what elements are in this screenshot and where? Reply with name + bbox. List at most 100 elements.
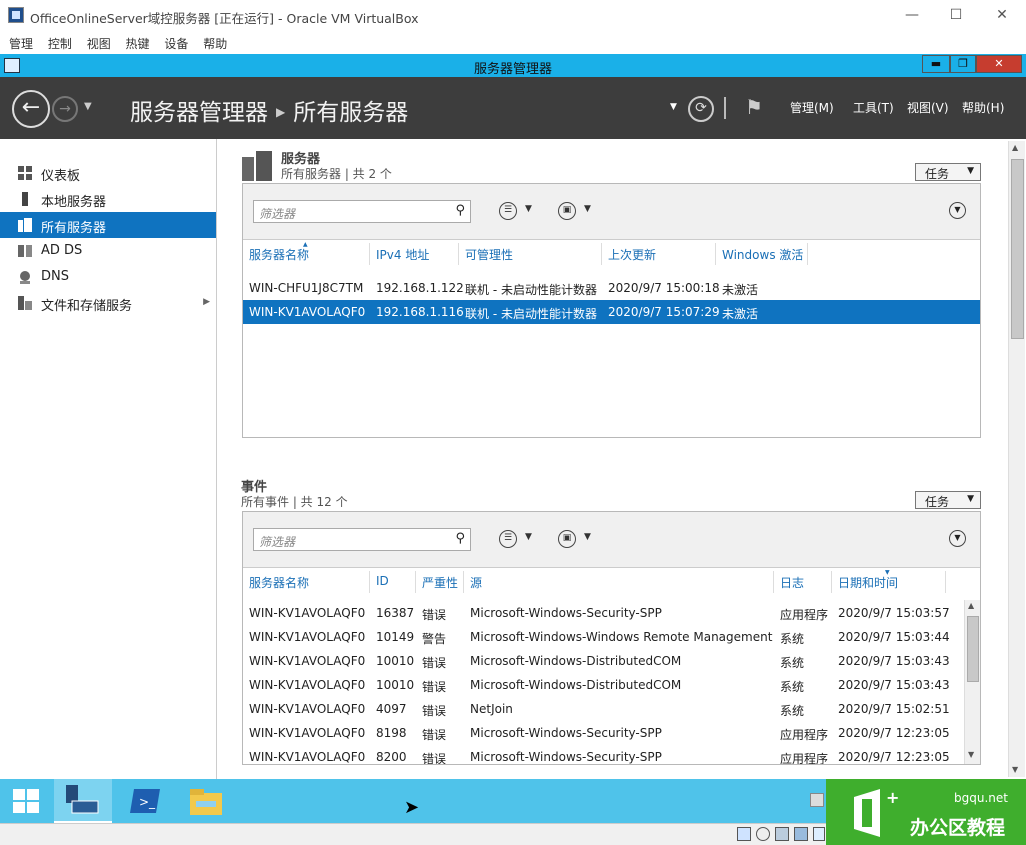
events-filter-input[interactable]: 筛选器 ⚲ [253, 528, 471, 551]
table-row[interactable]: WIN-KV1AVOLAQF0 10010 错误 Microsoft-Windows-… [243, 673, 963, 697]
notification-flag-icon[interactable]: ⚑ [745, 95, 763, 119]
sidebar-item-ad-ds[interactable]: AD DS [0, 238, 216, 264]
search-icon[interactable]: ⚲ [455, 531, 465, 546]
taskbar-file-explorer[interactable] [180, 779, 236, 823]
vbox-menu-help[interactable]: 帮助 [194, 32, 227, 52]
optical-drive-icon[interactable] [756, 827, 770, 841]
shared-folder-icon[interactable] [813, 827, 825, 841]
column-header-log[interactable]: 日志 [774, 571, 832, 593]
cell-source: Microsoft-Windows-DistributedCOM [470, 678, 682, 692]
taskbar-powershell[interactable]: >_ [118, 779, 174, 823]
main-scrollbar[interactable]: ▲ ▼ [1008, 141, 1025, 777]
chevron-down-icon: ▼ [967, 166, 974, 176]
sidebar-item-dns[interactable]: DNS [0, 264, 216, 290]
maximize-icon[interactable]: ☐ [944, 4, 968, 26]
list-options-icon[interactable]: ☰ [499, 530, 517, 548]
ad-ds-icon [18, 245, 32, 257]
save-query-icon[interactable]: ▣ [558, 530, 576, 548]
column-header-id[interactable]: ID [370, 571, 416, 593]
table-row[interactable]: WIN-CHFU1J8C7TM 192.168.1.122 联机 - 未启动性能… [243, 276, 980, 300]
menu-help[interactable]: 帮助(H) [962, 99, 1004, 116]
events-scrollbar[interactable]: ▲ ▼ [964, 600, 980, 764]
taskbar-server-manager[interactable] [54, 779, 112, 823]
column-header-source[interactable]: 源 [464, 571, 774, 593]
tray-network-icon[interactable] [810, 793, 824, 807]
servers-tasks-button[interactable]: 任务 ▼ [915, 163, 981, 181]
main-scrollbar-thumb[interactable] [1011, 159, 1024, 339]
sidebar-item-file-storage[interactable]: 文件和存储服务 ▶ [0, 290, 216, 316]
save-query-dropdown-icon[interactable]: ▼ [584, 204, 591, 214]
table-row[interactable]: WIN-KV1AVOLAQF0 8198 错误 Microsoft-Windows-S… [243, 721, 963, 745]
cell-server-name: WIN-KV1AVOLAQF0 [249, 654, 366, 668]
chevron-right-icon[interactable]: ▶ [203, 297, 210, 307]
column-header-last-update[interactable]: 上次更新 [602, 243, 716, 265]
cell-source: Microsoft-Windows-Windows Remote Managem… [470, 630, 773, 644]
column-header-windows-activation[interactable]: Windows 激活 [716, 243, 808, 265]
hdd-status-icon[interactable] [737, 827, 751, 841]
cell-id: 8198 [376, 726, 407, 740]
list-options-dropdown-icon[interactable]: ▼ [525, 204, 532, 214]
sidebar-item-dashboard[interactable]: 仪表板 [0, 160, 216, 186]
cell-severity: 错误 [422, 680, 447, 694]
start-button[interactable] [0, 779, 52, 823]
list-options-icon[interactable]: ☰ [499, 202, 517, 220]
cell-datetime: 2020/9/7 15:03:43 [838, 654, 950, 668]
cell-log: 系统 [780, 704, 805, 718]
vbox-menu-control[interactable]: 控制 [39, 32, 72, 52]
menu-manage[interactable]: 管理(M) [790, 99, 834, 116]
minimize-icon[interactable]: — [900, 4, 924, 26]
table-row[interactable]: WIN-KV1AVOLAQF0 16387 错误 Microsoft-Windows-… [243, 601, 963, 625]
cell-log: 应用程序 [780, 752, 829, 765]
guest-restore-button[interactable]: ❐ [950, 55, 976, 73]
cell-log: 系统 [780, 632, 805, 646]
scroll-up-icon[interactable]: ▲ [1012, 143, 1018, 152]
column-header-manageability[interactable]: 可管理性 [459, 243, 602, 265]
table-row[interactable]: WIN-KV1AVOLAQF0 4097 错误 NetJoin 系统 2020/9/7 1… [243, 697, 963, 721]
sidebar-item-local-server[interactable]: 本地服务器 [0, 186, 216, 212]
vbox-menu-view[interactable]: 视图 [78, 32, 111, 52]
breadcrumb-app[interactable]: 服务器管理器 [130, 100, 268, 126]
close-icon[interactable]: ✕ [990, 4, 1014, 26]
server-manager-window-title: 服务器管理器 [473, 62, 552, 77]
scroll-down-icon[interactable]: ▼ [968, 750, 974, 759]
list-options-dropdown-icon[interactable]: ▼ [525, 532, 532, 542]
cell-ipv4: 192.168.1.116 [376, 305, 464, 319]
history-dropdown-icon[interactable]: ▼ [84, 101, 92, 112]
save-query-dropdown-icon[interactable]: ▼ [584, 532, 591, 542]
usb-status-icon[interactable] [794, 827, 808, 841]
vbox-menu-devices[interactable]: 设备 [155, 32, 188, 52]
servers-filter-input[interactable]: 筛选器 ⚲ [253, 200, 471, 223]
column-header-severity[interactable]: 严重性 [416, 571, 464, 593]
menu-tools[interactable]: 工具(T) [853, 99, 894, 116]
refresh-dropdown-icon[interactable]: ▼ [670, 102, 677, 112]
column-header-server-name[interactable]: 服务器名称 [243, 571, 370, 593]
back-arrow-icon[interactable]: ← [12, 90, 50, 128]
events-scrollbar-thumb[interactable] [967, 616, 979, 682]
servers-icon [18, 218, 32, 232]
scroll-up-icon[interactable]: ▲ [968, 601, 974, 610]
search-icon[interactable]: ⚲ [455, 203, 465, 218]
watermark-text: 办公区教程 [910, 817, 1006, 839]
table-row[interactable]: WIN-KV1AVOLAQF0 10149 警告 Microsoft-Windows-… [243, 625, 963, 649]
collapse-icon[interactable]: ▼ [949, 530, 966, 547]
menu-view[interactable]: 视图(V) [907, 99, 949, 116]
events-tasks-button[interactable]: 任务 ▼ [915, 491, 981, 509]
table-row-selected[interactable]: WIN-KV1AVOLAQF0 192.168.1.116 联机 - 未启动性能… [243, 300, 980, 324]
header-divider [724, 97, 726, 119]
guest-close-button[interactable]: ✕ [976, 55, 1022, 73]
collapse-icon[interactable]: ▼ [949, 202, 966, 219]
scroll-down-icon[interactable]: ▼ [1012, 765, 1018, 774]
forward-arrow-icon[interactable]: → [52, 96, 78, 122]
guest-minimize-button[interactable]: ▬ [922, 55, 950, 73]
network-status-icon[interactable] [775, 827, 789, 841]
save-query-icon[interactable]: ▣ [558, 202, 576, 220]
column-header-ipv4[interactable]: IPv4 地址 [370, 243, 459, 265]
cell-datetime: 2020/9/7 15:03:44 [838, 630, 950, 644]
vbox-menu-hotkey[interactable]: 热键 [117, 32, 150, 52]
table-row[interactable]: WIN-KV1AVOLAQF0 10010 错误 Microsoft-Windows-… [243, 649, 963, 673]
vbox-menu-manage[interactable]: 管理 [0, 32, 33, 52]
table-row[interactable]: WIN-KV1AVOLAQF0 8200 错误 Microsoft-Windows-S… [243, 745, 963, 765]
sidebar-item-all-servers[interactable]: 所有服务器 [0, 212, 216, 238]
server-manager-title-bar: 服务器管理器 ▬ ❐ ✕ [0, 54, 1026, 77]
refresh-icon[interactable]: ⟳ [688, 96, 714, 122]
